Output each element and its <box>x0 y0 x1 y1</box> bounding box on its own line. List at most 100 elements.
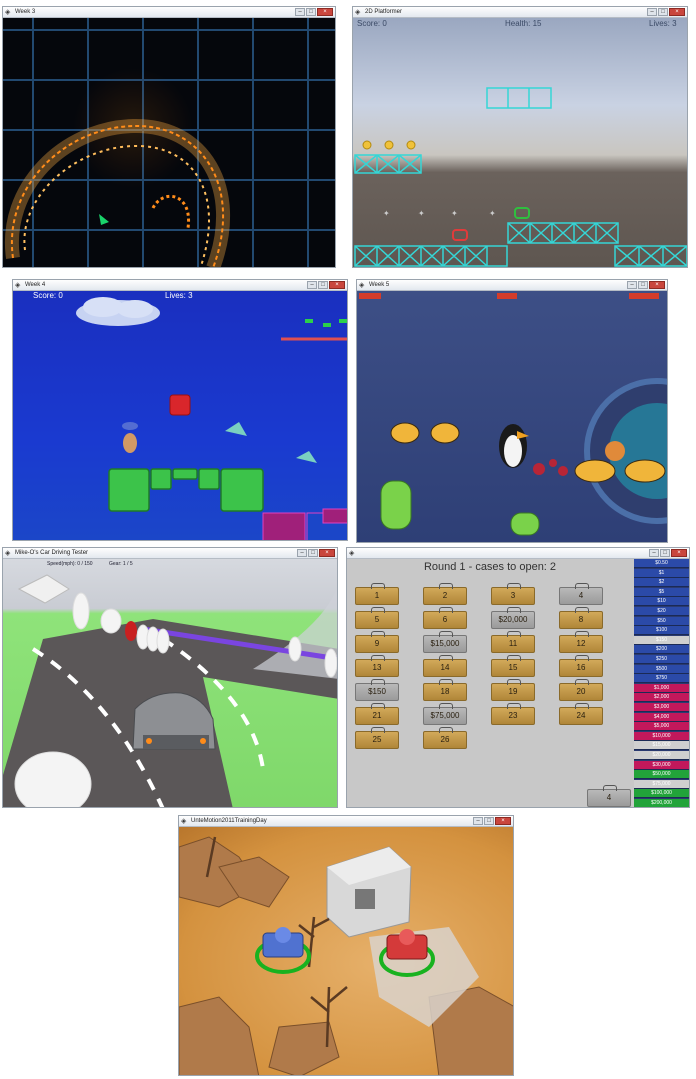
minimize-button[interactable]: – <box>473 817 483 825</box>
close-button[interactable]: × <box>319 549 335 557</box>
close-button[interactable]: × <box>669 8 685 16</box>
unity-icon: ◈ <box>359 282 365 289</box>
briefcase[interactable]: 8 <box>559 607 603 629</box>
title-bar[interactable]: ◈ Mike-O's Car Driving Tester – □ × <box>3 548 337 559</box>
game-viewport[interactable] <box>3 18 335 267</box>
briefcase[interactable]: 3 <box>491 583 535 605</box>
game-window-car-driving-tester[interactable]: ◈ Mike-O's Car Driving Tester – □ × Spee… <box>2 547 338 808</box>
money-value: $4,000 <box>634 712 689 722</box>
briefcase[interactable]: 19 <box>491 679 535 701</box>
unity-icon: ◈ <box>355 9 361 16</box>
title-bar[interactable]: ◈ 2D Platformer – □ × <box>353 7 687 18</box>
maximize-button[interactable]: □ <box>638 281 648 289</box>
minimize-button[interactable]: – <box>627 281 637 289</box>
minimize-button[interactable]: – <box>307 281 317 289</box>
close-button[interactable]: × <box>649 281 665 289</box>
maximize-button[interactable]: □ <box>484 817 494 825</box>
briefcase[interactable]: 25 <box>355 727 399 749</box>
briefcase[interactable]: 15 <box>491 655 535 677</box>
title-bar[interactable]: ◈ Week 3 – □ × <box>3 7 335 18</box>
minimize-button[interactable]: – <box>297 549 307 557</box>
red-ball <box>169 394 191 416</box>
briefcase[interactable]: 1 <box>355 583 399 605</box>
building <box>326 846 412 938</box>
briefcase[interactable]: 12 <box>559 631 603 653</box>
window-title: Mike-O's Car Driving Tester <box>15 550 89 556</box>
game-window-2d-platformer[interactable]: ◈ 2D Platformer – □ × Score: 0 Health: 1… <box>352 6 688 268</box>
title-bar[interactable]: ◈ – □ × <box>347 548 689 559</box>
crate-platforms <box>354 87 687 267</box>
briefcase[interactable]: 23 <box>491 703 535 725</box>
maximize-button[interactable]: □ <box>660 549 670 557</box>
player-ship <box>99 214 109 225</box>
game-window-week3[interactable]: ◈ Week 3 – □ × <box>2 6 336 268</box>
briefcase[interactable]: 18 <box>423 679 467 701</box>
score-label: Score: 0 <box>33 291 63 300</box>
briefcase[interactable]: $150 <box>355 679 399 701</box>
speed-readout: Speed(mph): 0 / 150 <box>47 561 93 567</box>
game-viewport[interactable]: Speed(mph): 0 / 150 Gear: 1 / 5 <box>3 559 337 807</box>
title-bar[interactable]: ◈ Week 4 – □ × <box>13 280 347 291</box>
briefcase[interactable]: 14 <box>423 655 467 677</box>
neon-grid-scene <box>3 18 335 267</box>
money-value: $30,000 <box>634 760 689 770</box>
player-briefcase[interactable]: 4 <box>587 785 631 807</box>
unity-icon: ◈ <box>349 550 355 557</box>
svg-text:✦: ✦ <box>489 209 496 218</box>
window-title: Week 5 <box>369 282 390 288</box>
game-window-briefcases[interactable]: ◈ – □ × Round 1 - cases to open: 2 12345… <box>346 547 690 808</box>
briefcase[interactable]: 9 <box>355 631 399 653</box>
title-bar[interactable]: ◈ Week 5 – □ × <box>357 280 667 291</box>
unity-icon: ◈ <box>181 818 187 825</box>
briefcase[interactable]: 4 <box>559 583 603 605</box>
briefcase[interactable]: 13 <box>355 655 399 677</box>
maximize-button[interactable]: □ <box>306 8 316 16</box>
briefcase[interactable]: 24 <box>559 703 603 725</box>
unity-icon: ◈ <box>5 550 11 557</box>
game-window-tank-training[interactable]: ◈ UnteMotion2011TrainingDay – □ × <box>178 815 514 1076</box>
briefcase[interactable]: 5 <box>355 607 399 629</box>
minimize-button[interactable]: – <box>649 549 659 557</box>
close-button[interactable]: × <box>317 8 333 16</box>
briefcase[interactable]: 26 <box>423 727 467 749</box>
briefcase[interactable]: 16 <box>559 655 603 677</box>
gear-readout: Gear: 1 / 5 <box>109 561 133 567</box>
game-viewport[interactable] <box>357 291 667 542</box>
svg-text:✦: ✦ <box>451 209 458 218</box>
title-bar[interactable]: ◈ UnteMotion2011TrainingDay – □ × <box>179 816 513 827</box>
briefcase[interactable]: $15,000 <box>423 631 467 653</box>
game-viewport[interactable]: Score: 0 Lives: 3 <box>13 291 347 540</box>
game-window-week5[interactable]: ◈ Week 5 – □ × <box>356 279 668 543</box>
briefcase[interactable]: 20 <box>559 679 603 701</box>
green-slug-enemies <box>380 480 540 536</box>
game-viewport[interactable]: Round 1 - cases to open: 2 1 2 3 4 5 6 $20,000… <box>347 559 689 807</box>
minimize-button[interactable]: – <box>295 8 305 16</box>
round-banner: Round 1 - cases to open: 2 <box>423 561 557 573</box>
game-viewport[interactable]: Score: 0 Health: 15 Lives: 3 ✦ ✦ ✦ ✦ <box>353 18 687 267</box>
maximize-button[interactable]: □ <box>658 8 668 16</box>
blue-tank <box>255 927 311 974</box>
money-value: $100 <box>634 626 689 636</box>
minimize-button[interactable]: – <box>647 8 657 16</box>
close-button[interactable]: × <box>495 817 511 825</box>
money-value: $75,000 <box>634 779 689 789</box>
driving-scene <box>3 574 337 807</box>
close-button[interactable]: × <box>671 549 687 557</box>
maximize-button[interactable]: □ <box>308 549 318 557</box>
briefcase[interactable]: 6 <box>423 607 467 629</box>
money-value: $3,000 <box>634 703 689 712</box>
game-window-week4[interactable]: ◈ Week 4 – □ × Score: 0 Lives: 3 <box>12 279 348 541</box>
money-value: $10,000 <box>634 731 689 741</box>
briefcase[interactable]: 21 <box>355 703 399 725</box>
close-button[interactable]: × <box>329 281 345 289</box>
window-title: 2D Platformer <box>365 9 403 15</box>
briefcase[interactable]: $75,000 <box>423 703 467 725</box>
briefcase[interactable]: 2 <box>423 583 467 605</box>
game-viewport[interactable] <box>179 827 513 1075</box>
money-value: $0.50 <box>634 559 689 568</box>
ramp <box>253 587 337 679</box>
briefcase[interactable]: 11 <box>491 631 535 653</box>
briefcase[interactable]: $20,000 <box>491 607 535 629</box>
maximize-button[interactable]: □ <box>318 281 328 289</box>
spike-stars: ✦ ✦ ✦ ✦ <box>383 209 496 218</box>
